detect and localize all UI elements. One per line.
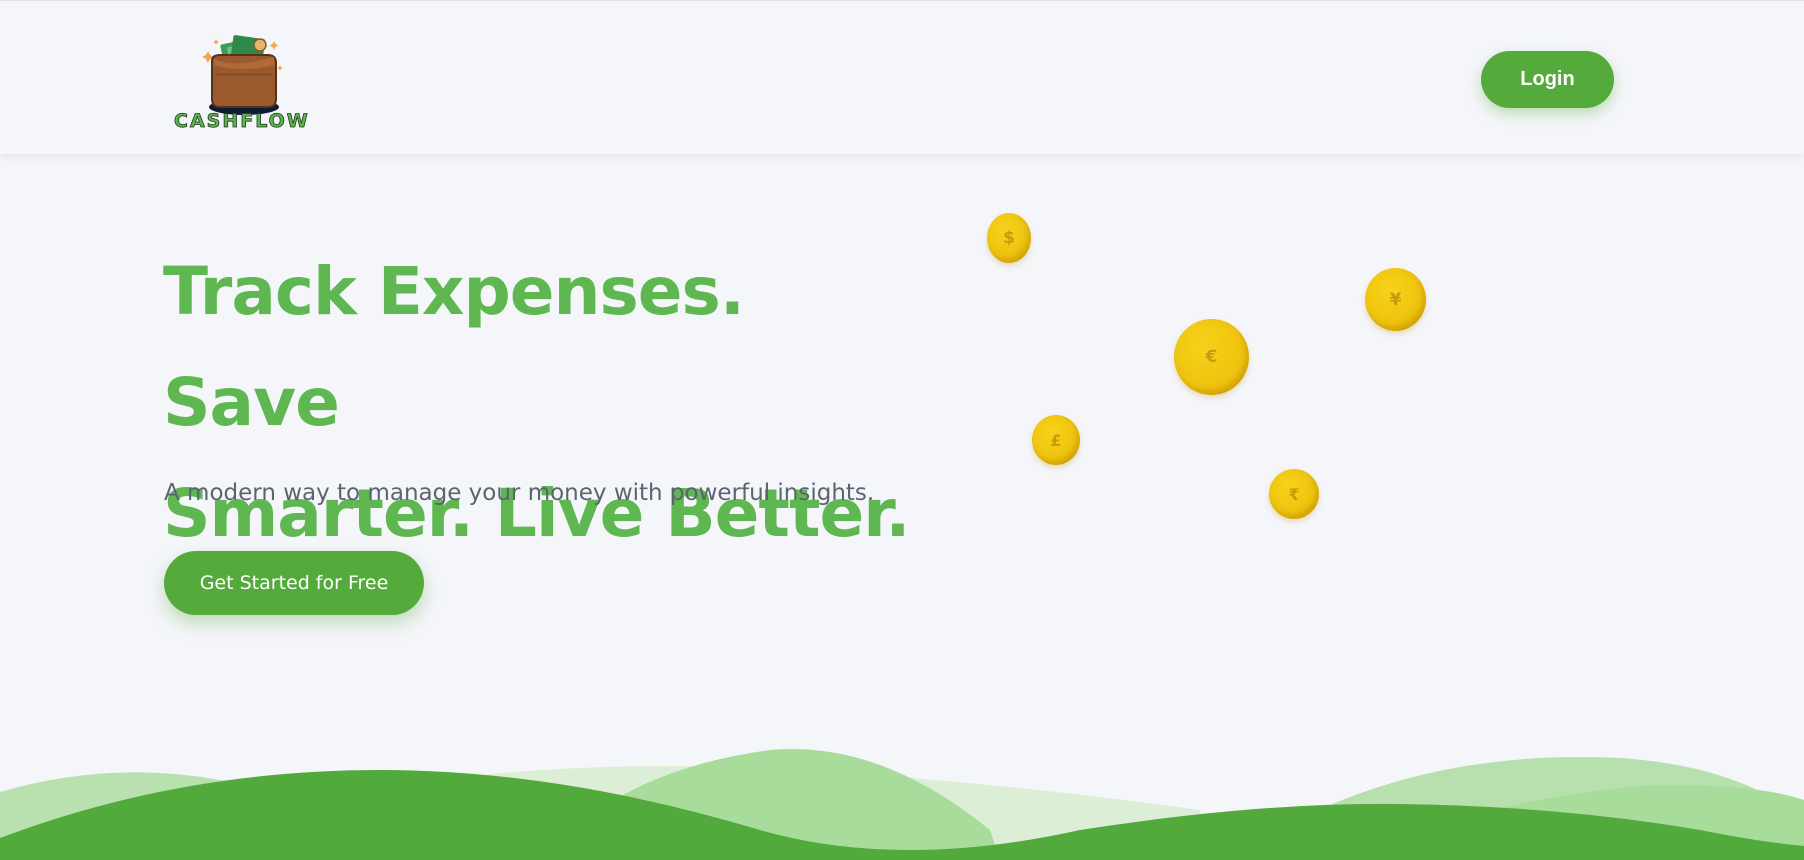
decorative-waves (0, 749, 1804, 860)
login-button[interactable]: Login (1481, 51, 1614, 108)
pound-coin-icon: £ (1032, 415, 1080, 465)
landing-page: CASHFLOW Login Track Expenses. Save Smar… (0, 0, 1804, 860)
wallet-icon (202, 35, 283, 115)
hero-heading-line-1: Track Expenses. Save (163, 253, 745, 441)
top-header: CASHFLOW Login (0, 0, 1804, 154)
rupee-coin-icon: ₹ (1269, 469, 1319, 519)
get-started-button[interactable]: Get Started for Free (164, 551, 424, 615)
hero-heading: Track Expenses. Save Smarter. Live Bette… (163, 236, 923, 569)
euro-coin-icon: € (1174, 319, 1249, 395)
brand-logo[interactable]: CASHFLOW (174, 35, 314, 135)
brand-wordmark: CASHFLOW (174, 110, 310, 133)
hero-subtitle: A modern way to manage your money with p… (164, 480, 875, 506)
yen-coin-icon: ¥ (1365, 268, 1426, 331)
dollar-coin-icon: $ (987, 213, 1031, 263)
